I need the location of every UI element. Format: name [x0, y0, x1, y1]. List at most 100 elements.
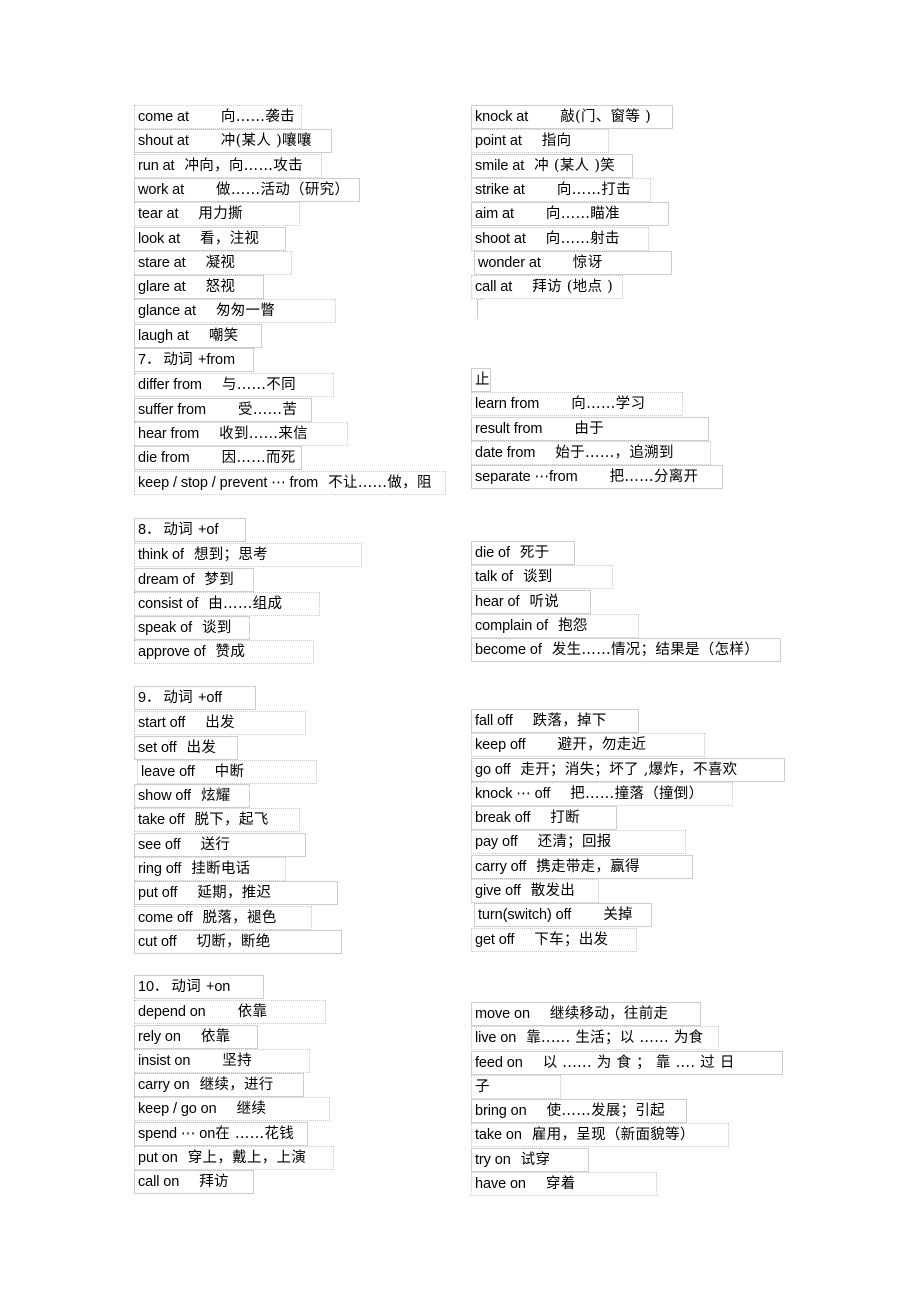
phrase-english: insist on: [138, 1053, 191, 1069]
phrase-english: run at: [138, 158, 175, 174]
phrase-row: get off 下车；出发: [471, 928, 637, 952]
phrase-row: come at 向……袭击: [134, 105, 302, 129]
phrase-english: call at: [475, 279, 513, 295]
phrase-row: come off 脱落，褪色: [134, 906, 312, 930]
phrase-chinese: 关掉: [603, 907, 633, 923]
phrase-english: wonder at: [478, 255, 541, 271]
phrase-english: hear of: [475, 594, 520, 610]
phrase-row: dream of 梦到: [134, 568, 254, 592]
phrase-row: pay off 还清；回报: [471, 830, 686, 854]
phrase-chinese: 试穿: [520, 1152, 551, 1168]
phrase-row: point at 指向: [471, 129, 609, 153]
section-heading-english: +off: [197, 690, 222, 706]
phrase-row: give off 散发出: [471, 879, 599, 903]
phrase-chinese: 梦到: [204, 572, 235, 588]
phrase-english: stare at: [138, 255, 186, 271]
phrase-row: look at 看，注视: [134, 227, 286, 251]
phrase-english: talk of: [475, 569, 513, 585]
phrase-english: fall off: [475, 713, 513, 729]
phrase-chinese: 拜访: [199, 1174, 229, 1190]
phrase-english: get off: [475, 932, 515, 948]
phrase-english: see off: [138, 837, 181, 853]
phrase-english: consist of: [138, 596, 199, 612]
phrase-english: put on: [138, 1150, 178, 1166]
phrase-chinese: 出发: [205, 715, 235, 731]
phrase-row: cut off 切断，断绝: [134, 930, 342, 954]
phrase-chinese: 依靠: [200, 1029, 231, 1045]
phrase-chinese: 以 ...... 为 食 ； 靠 .... 过 日: [542, 1055, 735, 1071]
phrase-row: keep off 避开，勿走近: [471, 733, 705, 757]
section-number: 9．: [138, 690, 161, 706]
phrase-chinese: 送行: [200, 837, 231, 853]
phrase-chinese: 向……学习: [571, 396, 646, 412]
phrase-english: smile at: [475, 158, 525, 174]
phrase-chinese: 谈到: [202, 620, 232, 636]
phrase-english: look at: [138, 231, 181, 247]
phrase-english: take on: [475, 1127, 522, 1143]
phrase-english: give off: [475, 883, 521, 899]
phrase-row: bring on 使……发展；引起: [471, 1099, 687, 1123]
section-number: 10．: [138, 979, 169, 995]
phrase-english: complain of: [475, 618, 549, 634]
phrase-english: die from: [138, 450, 190, 466]
phrase-row: approve of 赞成: [134, 640, 314, 664]
phrase-chinese: 继续，进行: [199, 1077, 274, 1093]
phrase-english: have on: [475, 1176, 526, 1192]
phrase-row: leave off 中断: [137, 760, 317, 784]
phrase-english: carry off: [475, 859, 527, 875]
phrase-chinese: 继续: [236, 1101, 267, 1117]
phrase-english: laugh at: [138, 328, 189, 344]
phrase-chinese: 炫耀: [200, 788, 231, 804]
section-heading-chinese: 动词: [163, 352, 193, 368]
phrase-row: move on 继续移动，往前走: [471, 1002, 701, 1026]
phrase-row: try on 试穿: [471, 1148, 589, 1172]
phrase-english: feed on: [475, 1055, 523, 1071]
phrase-chinese: 靠...... 生活；以 ...... 为食: [526, 1030, 704, 1046]
phrase-chinese: 挂断电话: [191, 861, 251, 877]
phrase-chinese: 中断: [214, 764, 245, 780]
phrase-row: aim at 向……瞄准: [471, 202, 669, 226]
phrase-chinese: 继续移动，往前走: [549, 1006, 669, 1022]
phrase-chinese: 打断: [550, 810, 580, 826]
phrase-row: talk of 谈到: [471, 565, 613, 589]
phrase-english: knock ⋯ off: [475, 786, 551, 802]
phrase-english: become of: [475, 642, 542, 658]
phrase-row: shout at 冲(某人 )嚷嚷: [134, 129, 332, 153]
phrase-row: date from 始于……，追溯到: [471, 441, 711, 465]
phrase-chinese: 子: [475, 1079, 490, 1095]
phrase-english: rely on: [138, 1029, 181, 1045]
phrase-english: knock at: [475, 109, 529, 125]
phrase-row: put on 穿上，戴上，上演: [134, 1146, 334, 1170]
phrase-row: die of 死于: [471, 541, 575, 565]
phrase-row: insist on 坚持: [134, 1049, 310, 1073]
phrase-row: run at 冲向，向……攻击: [134, 154, 322, 178]
phrase-chinese: 向……打击: [556, 182, 631, 198]
phrase-chinese: 冲向，向……攻击: [184, 158, 303, 174]
phrase-row: live on 靠...... 生活；以 ...... 为食: [471, 1026, 719, 1050]
phrase-chinese: 惊讶: [572, 255, 603, 271]
phrase-row: become of 发生……情况；结果是（怎样）: [471, 638, 781, 662]
phrase-english: set off: [138, 740, 177, 756]
phrase-chinese: 指向: [541, 133, 572, 149]
phrase-english: bring on: [475, 1103, 527, 1119]
section-number: 7．: [138, 352, 161, 368]
phrase-chinese: 赞成: [215, 644, 246, 660]
phrase-english: try on: [475, 1152, 511, 1168]
phrase-chinese: 脱落，褪色: [202, 910, 277, 926]
section-heading: 9． 动词 +off: [134, 686, 256, 710]
phrase-chinese: 收到……来信: [219, 426, 308, 442]
phrase-english: date from: [475, 445, 536, 461]
phrase-chinese: 避开，勿走近: [557, 737, 647, 753]
phrase-chinese: 把……撞落（撞倒）: [570, 786, 704, 802]
phrase-chinese: 嘲笑: [208, 328, 239, 344]
phrase-row: die from 因……而死: [134, 446, 302, 470]
phrase-chinese: 敲(门、窗等 ): [560, 109, 652, 125]
phrase-english: come off: [138, 910, 193, 926]
phrase-chinese: 出发: [186, 740, 217, 756]
phrase-english: turn(switch) off: [478, 907, 572, 923]
section-heading: 7． 动词 +from: [134, 348, 254, 372]
phrase-row: depend on 依靠: [134, 1000, 326, 1024]
phrase-english: think of: [138, 547, 184, 563]
phrase-row: see off 送行: [134, 833, 306, 857]
phrase-english: start off: [138, 715, 186, 731]
